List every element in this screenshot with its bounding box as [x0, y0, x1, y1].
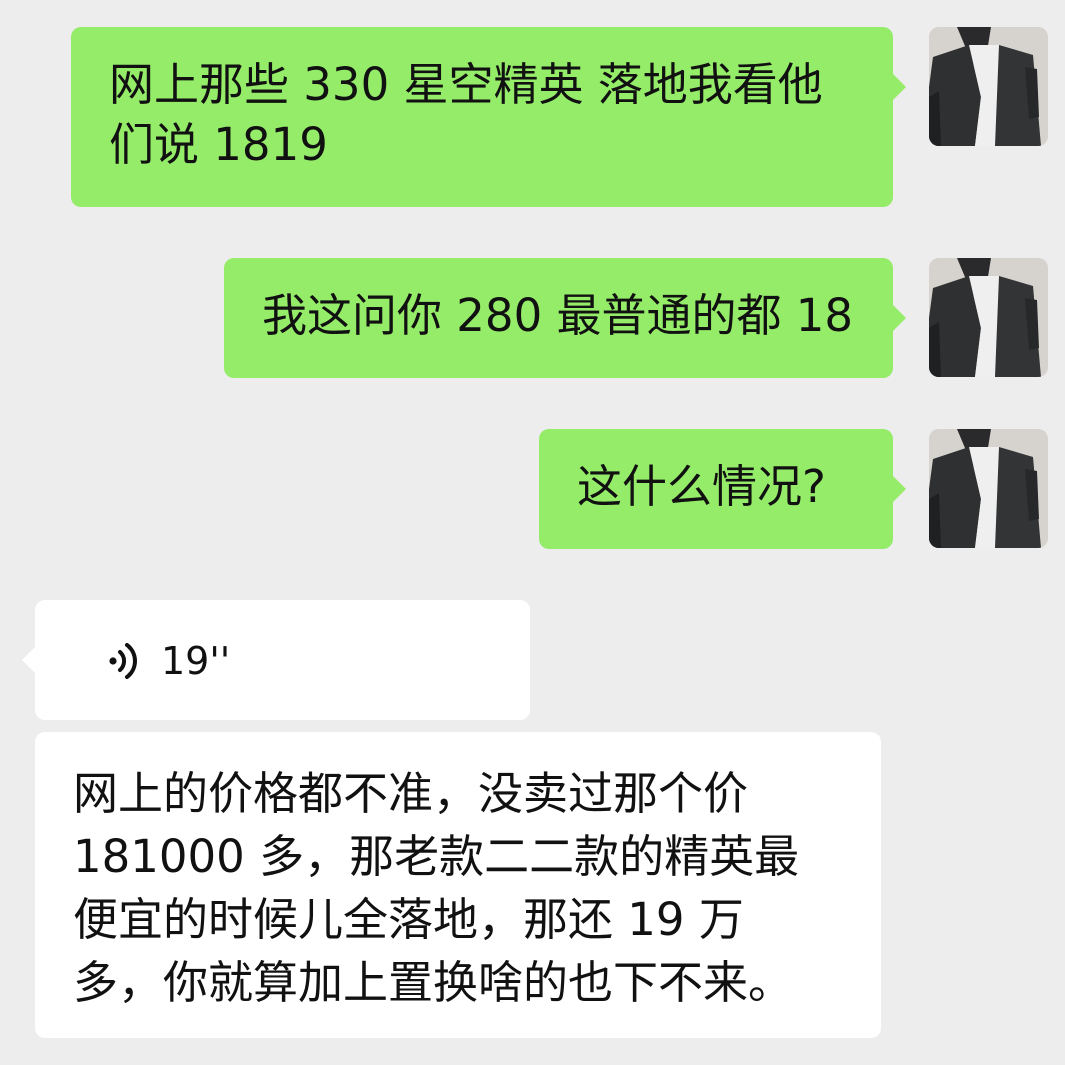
voice-duration: 19''	[161, 639, 231, 683]
avatar-photo	[929, 258, 1048, 377]
outgoing-message[interactable]: 这什么情况?	[539, 429, 906, 549]
avatar[interactable]	[929, 258, 1048, 377]
voice-message-content: 19''	[107, 638, 230, 684]
message-text: 我这问你 280 最普通的都 18	[262, 289, 854, 342]
outgoing-message[interactable]: 网上那些 330 星空精英 落地我看他 们说 1819	[71, 27, 906, 207]
avatar-photo	[929, 429, 1048, 548]
message-text: 网上那些 330 星空精英 落地我看他 们说 1819	[109, 58, 823, 171]
avatar[interactable]	[929, 429, 1048, 548]
outgoing-message[interactable]: 我这问你 280 最普通的都 18	[224, 258, 906, 378]
voice-message[interactable]: 19''	[22, 600, 530, 720]
message-text: 这什么情况?	[577, 460, 826, 513]
transcript-text: 网上的价格都不准，没卖过那个价 181000 多，那老款二二款的精英最 便宜的时…	[73, 767, 800, 1009]
voice-transcript[interactable]: 网上的价格都不准，没卖过那个价 181000 多，那老款二二款的精英最 便宜的时…	[35, 732, 881, 1038]
avatar[interactable]	[929, 27, 1048, 146]
avatar-photo	[929, 27, 1048, 146]
voice-wave-icon	[109, 643, 137, 679]
